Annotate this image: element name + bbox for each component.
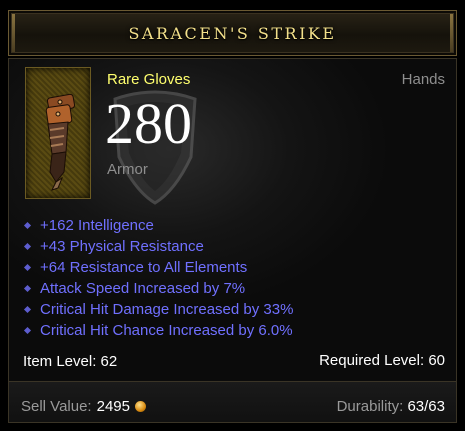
item-slot: Hands <box>401 71 445 88</box>
title-bar: SARACEN'S STRIKE <box>8 10 457 56</box>
item-tooltip: SARACEN'S STRIKE Rare Gloves Hands 280 A… <box>0 0 465 431</box>
bullet-icon <box>23 305 32 314</box>
durability-value: 63/63 <box>407 398 445 415</box>
affix-item: +162 Intelligence <box>21 215 293 236</box>
item-icon-frame <box>25 67 91 199</box>
bullet-icon <box>23 263 32 272</box>
tooltip-footer: Sell Value: 2495 Durability: 63/63 <box>9 382 456 422</box>
affix-text: +64 Resistance to All Elements <box>40 259 248 276</box>
required-level-value: 60 <box>428 352 445 369</box>
affix-list: +162 Intelligence +43 Physical Resistanc… <box>21 215 293 341</box>
bullet-icon <box>23 242 32 251</box>
sell-value: Sell Value: 2495 <box>21 398 146 415</box>
affix-item: Critical Hit Damage Increased by 33% <box>21 299 293 320</box>
item-level-label: Item Level: <box>23 353 97 370</box>
sell-value-label: Sell Value: <box>21 398 92 415</box>
bullet-icon <box>23 221 32 230</box>
gloves-icon <box>45 93 76 191</box>
armor-value: 280 <box>105 91 192 156</box>
required-level: Required Level: 60 <box>319 352 445 369</box>
affix-item: Attack Speed Increased by 7% <box>21 278 293 299</box>
item-level-value: 62 <box>100 353 118 370</box>
item-type: Rare Gloves <box>107 71 191 88</box>
affix-text: Attack Speed Increased by 7% <box>40 280 246 297</box>
tooltip-body: Rare Gloves Hands 280 Armor +162 Intelli… <box>8 58 457 423</box>
bullet-icon <box>23 284 32 293</box>
sell-value-amount: 2495 <box>96 398 130 415</box>
affix-text: +43 Physical Resistance <box>40 238 204 255</box>
required-level-label: Required Level: <box>319 352 425 369</box>
affix-item: Critical Hit Chance Increased by 6.0% <box>21 320 293 341</box>
affix-text: Critical Hit Chance Increased by 6.0% <box>40 322 293 339</box>
armor-label: Armor <box>107 161 148 178</box>
affix-item: +64 Resistance to All Elements <box>21 257 293 278</box>
durability: Durability: 63/63 <box>337 398 445 415</box>
gold-coin-icon <box>134 401 146 412</box>
item-name: SARACEN'S STRIKE <box>128 23 337 43</box>
affix-text: +162 Intelligence <box>40 217 154 234</box>
item-level: Item Level: 62 <box>23 353 117 370</box>
durability-label: Durability: <box>336 398 404 415</box>
affix-text: Critical Hit Damage Increased by 33% <box>40 301 294 318</box>
affix-item: +43 Physical Resistance <box>21 236 293 257</box>
bullet-icon <box>23 326 32 335</box>
